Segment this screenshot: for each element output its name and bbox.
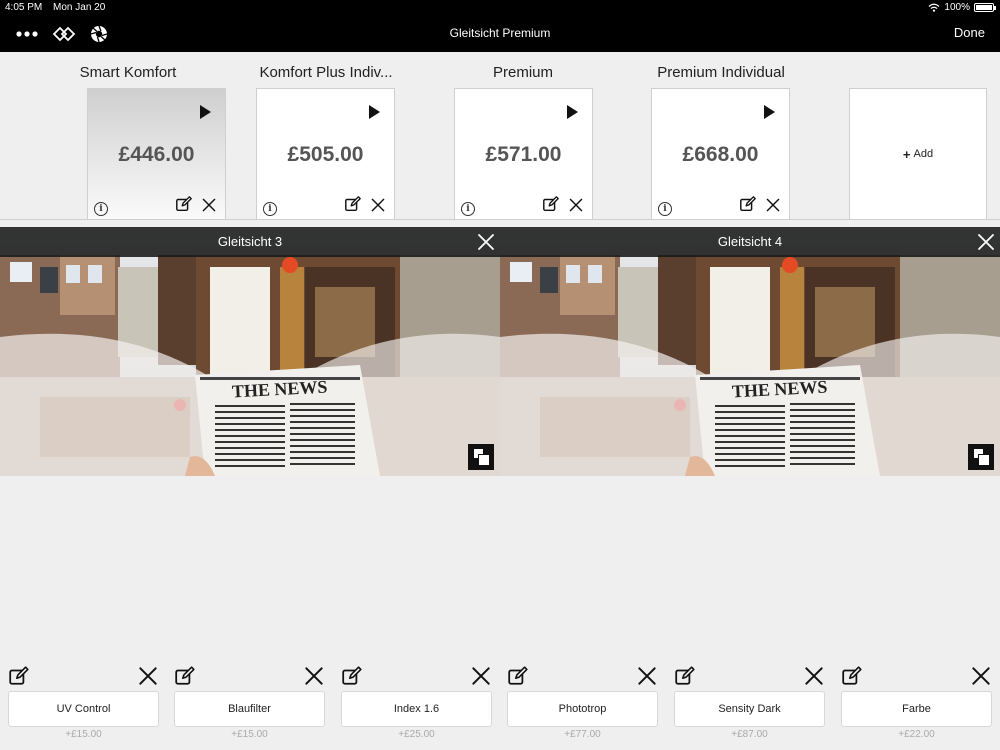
close-icon[interactable] (976, 232, 996, 252)
close-icon[interactable] (765, 197, 781, 213)
option-sensity-dark: Sensity Dark +£87.00 (674, 664, 825, 750)
option-button[interactable]: Index 1.6 (341, 691, 492, 727)
battery-icon (974, 3, 996, 12)
option-price: +£25.00 (398, 729, 435, 740)
option-button[interactable]: Phototrop (507, 691, 658, 727)
close-icon[interactable] (303, 665, 325, 687)
add-package-button[interactable]: + Add (849, 88, 987, 219)
done-button[interactable]: Done (954, 25, 985, 40)
lens-title: Gleitsicht 4 (500, 227, 1000, 257)
close-icon[interactable] (201, 197, 217, 213)
play-icon[interactable] (567, 105, 578, 119)
package-title: Smart Komfort (79, 64, 177, 81)
play-icon[interactable] (369, 105, 380, 119)
play-icon[interactable] (764, 105, 775, 119)
wifi-icon (928, 3, 940, 12)
lens-title: Gleitsicht 3 (0, 227, 500, 257)
info-icon[interactable]: i (263, 202, 277, 216)
option-button[interactable]: Blaufilter (174, 691, 325, 727)
edit-icon[interactable] (174, 665, 196, 687)
close-icon[interactable] (568, 197, 584, 213)
package-card[interactable]: £446.00 i (87, 88, 226, 219)
edit-icon[interactable] (841, 665, 863, 687)
option-price: +£22.00 (898, 729, 935, 740)
close-icon[interactable] (470, 665, 492, 687)
close-icon[interactable] (370, 197, 386, 213)
lens-panel-gleitsicht-4: THE NEWS Gleitsicht 4 (500, 227, 1000, 476)
edit-icon[interactable] (341, 665, 363, 687)
split-view-icon[interactable] (468, 444, 494, 470)
close-icon[interactable] (636, 665, 658, 687)
edit-icon[interactable] (542, 195, 560, 213)
package-price: £668.00 (682, 143, 759, 166)
option-price: +£87.00 (731, 729, 768, 740)
option-button[interactable]: Sensity Dark (674, 691, 825, 727)
package-price: £505.00 (287, 143, 364, 166)
package-price: £446.00 (118, 143, 195, 166)
status-bar: 4:05 PM Mon Jan 20 100% (0, 0, 1000, 16)
package-title: Komfort Plus Indiv... (259, 64, 393, 81)
lens-simulation-image: THE NEWS (500, 227, 1000, 476)
close-icon[interactable] (970, 665, 992, 687)
close-icon[interactable] (476, 232, 496, 252)
option-price: +£15.00 (65, 729, 102, 740)
option-farbe: Farbe +£22.00 (841, 664, 992, 750)
option-price: +£15.00 (231, 729, 268, 740)
option-phototrop: Phototrop +£77.00 (507, 664, 658, 750)
edit-icon[interactable] (175, 195, 193, 213)
edit-icon[interactable] (507, 665, 529, 687)
package-card[interactable]: £571.00 i (454, 88, 593, 219)
package-premium-individual: Premium Individual £668.00 i (621, 52, 821, 219)
option-blaufilter: Blaufilter +£15.00 (174, 664, 325, 750)
package-card[interactable]: £505.00 i (256, 88, 395, 219)
nav-title: Gleitsicht Premium (449, 26, 551, 40)
plus-icon: + (902, 146, 911, 162)
edit-icon[interactable] (674, 665, 696, 687)
lens-panel-gleitsicht-3: THE NEWS Gleitsicht 3 (0, 227, 500, 476)
edit-icon[interactable] (739, 195, 757, 213)
status-time: 4:05 PM (5, 2, 43, 13)
package-premium: Premium £571.00 i (423, 52, 623, 219)
battery-percent: 100% (944, 2, 970, 13)
split-view-icon[interactable] (968, 444, 994, 470)
status-date: Mon Jan 20 (53, 2, 106, 13)
package-smart-komfort: Smart Komfort £446.00 i (28, 52, 228, 219)
play-icon[interactable] (200, 105, 211, 119)
add-label: Add (913, 148, 934, 160)
info-icon[interactable]: i (658, 202, 672, 216)
package-title: Premium Individual (657, 64, 785, 81)
info-icon[interactable]: i (461, 202, 475, 216)
close-icon[interactable] (137, 665, 159, 687)
close-icon[interactable] (803, 665, 825, 687)
nav-bar: Gleitsicht Premium Done (0, 16, 1000, 52)
info-icon[interactable]: i (94, 202, 108, 216)
edit-icon[interactable] (344, 195, 362, 213)
package-price: £571.00 (485, 143, 562, 166)
option-uv-control: UV Control +£15.00 (8, 664, 159, 750)
option-button[interactable]: Farbe (841, 691, 992, 727)
option-price: +£77.00 (564, 729, 601, 740)
package-card[interactable]: £668.00 i (651, 88, 790, 219)
lens-simulation-image: THE NEWS (0, 227, 500, 476)
option-index-1-6: Index 1.6 +£25.00 (341, 664, 492, 750)
option-button[interactable]: UV Control (8, 691, 159, 727)
edit-icon[interactable] (8, 665, 30, 687)
package-komfort-plus: Komfort Plus Indiv... £505.00 i (226, 52, 426, 219)
package-title: Premium (492, 64, 553, 81)
